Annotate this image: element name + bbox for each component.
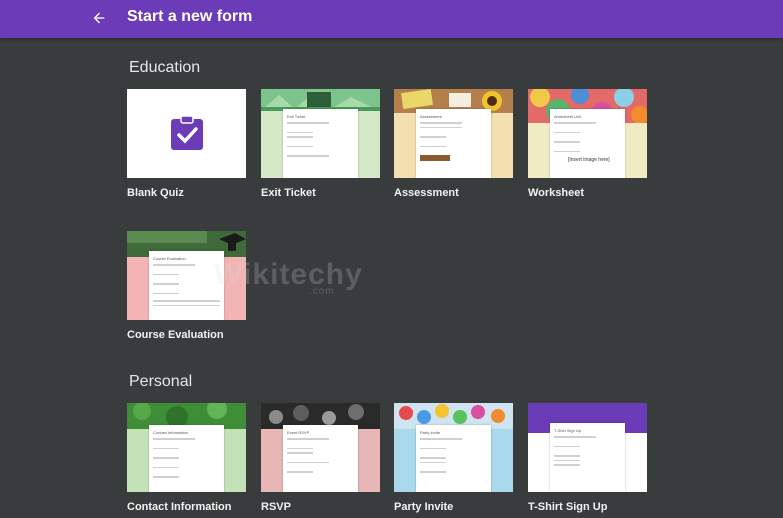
form-preview-title: Contact Information (153, 430, 188, 435)
template-label: Exit Ticket (261, 187, 316, 199)
preview-line (153, 438, 195, 440)
preview-line (287, 438, 329, 440)
watermark-subtext: .com (309, 286, 335, 297)
preview-line (420, 122, 462, 124)
page-title: Start a new form (127, 8, 253, 25)
preview-line (287, 452, 313, 454)
form-preview-title: Exit Ticket (287, 114, 306, 119)
section-title-personal: Personal (129, 373, 193, 390)
arrow-left-icon (93, 12, 105, 24)
preview-line (420, 136, 446, 138)
mountain-scene-image (261, 92, 380, 111)
template-thumbnail: Assessment (394, 89, 513, 178)
preview-line (153, 264, 195, 266)
template-label: Party Invite (394, 501, 454, 513)
template-card-rsvp[interactable]: Event RSVP RSVP (261, 403, 380, 513)
preview-line (554, 150, 580, 152)
template-thumbnail (127, 89, 246, 178)
form-preview: T-Shirt Sign Up (550, 423, 625, 492)
preview-line (554, 436, 596, 438)
template-card-party-invite[interactable]: Party Invite Party Invite (394, 403, 513, 513)
template-card-exit-ticket[interactable]: Exit Ticket Exit Ticket (261, 89, 380, 199)
form-preview-title: T-Shirt Sign Up (554, 428, 582, 433)
preview-line (287, 447, 313, 449)
back-button[interactable] (86, 5, 112, 31)
form-preview: Exit Ticket (283, 109, 358, 178)
preview-line (287, 145, 313, 147)
preview-line (287, 136, 313, 138)
preview-line (554, 445, 580, 447)
preview-line (554, 131, 580, 133)
preview-line (287, 471, 313, 473)
template-label: Contact Information (127, 501, 232, 513)
template-thumbnail: Worksheet Unit [Insert image here] (528, 89, 647, 178)
template-label: Blank Quiz (127, 187, 184, 199)
preview-line (420, 145, 446, 147)
preview-line (554, 464, 580, 466)
preview-line (554, 459, 580, 461)
preview-line (554, 141, 580, 143)
app-header: Start a new form (0, 0, 783, 38)
preview-line (153, 300, 220, 302)
preview-line (153, 292, 179, 294)
form-preview: Contact Information (149, 425, 224, 492)
template-card-blank-quiz[interactable]: Blank Quiz (127, 89, 246, 199)
form-preview: Assessment (416, 109, 491, 178)
preview-line (153, 283, 179, 285)
preview-line (153, 457, 179, 459)
preview-line (153, 447, 179, 449)
preview-line (153, 466, 179, 468)
preview-line (420, 471, 446, 473)
template-thumbnail: T-Shirt Sign Up (528, 403, 647, 492)
template-label: T-Shirt Sign Up (528, 501, 608, 513)
form-preview-title: Event RSVP (287, 430, 310, 435)
form-preview-title: Assessment (420, 114, 442, 119)
section-title-education: Education (129, 59, 201, 76)
preview-line (153, 304, 220, 306)
preview-line (153, 273, 179, 275)
template-card-tshirt-sign-up[interactable]: T-Shirt Sign Up T-Shirt Sign Up (528, 403, 647, 513)
preview-line (287, 131, 313, 133)
preview-line (420, 447, 446, 449)
preview-line (554, 122, 596, 124)
preview-line (420, 438, 462, 440)
form-preview: Worksheet Unit [Insert image here] (550, 109, 625, 178)
form-preview: Event RSVP (283, 425, 358, 492)
form-preview: Course Evaluation (149, 251, 224, 320)
template-thumbnail: Event RSVP (261, 403, 380, 492)
header-image (261, 89, 380, 111)
preview-line (287, 122, 329, 124)
form-preview: Party Invite (416, 425, 491, 492)
preview-line (420, 155, 450, 161)
template-card-assessment[interactable]: Assessment Assessment (394, 89, 513, 199)
preview-line (287, 461, 329, 463)
preview-line (554, 455, 580, 457)
template-label: Assessment (394, 187, 459, 199)
preview-line (420, 457, 446, 459)
template-card-contact-information[interactable]: Contact Information Contact Information (127, 403, 246, 513)
template-thumbnail: Exit Ticket (261, 89, 380, 178)
watermark: Wikitechy .com (214, 258, 363, 297)
image-placeholder-text: [Insert image here] (568, 157, 610, 163)
template-label: Worksheet (528, 187, 585, 199)
template-thumbnail: Party Invite (394, 403, 513, 492)
template-label: Course Evaluation (127, 329, 224, 341)
template-card-worksheet[interactable]: Worksheet Unit [Insert image here] Works… (528, 89, 647, 199)
form-preview-title: Party Invite (420, 430, 441, 435)
template-thumbnail: Contact Information (127, 403, 246, 492)
clipboard-check-icon (171, 115, 203, 150)
form-preview-title: Worksheet Unit (554, 114, 582, 119)
preview-line (420, 461, 446, 463)
watermark-text: Wikitechy (214, 258, 363, 291)
preview-line (287, 155, 329, 157)
template-label: RSVP (261, 501, 291, 513)
preview-line (420, 126, 462, 128)
preview-line (153, 476, 179, 478)
